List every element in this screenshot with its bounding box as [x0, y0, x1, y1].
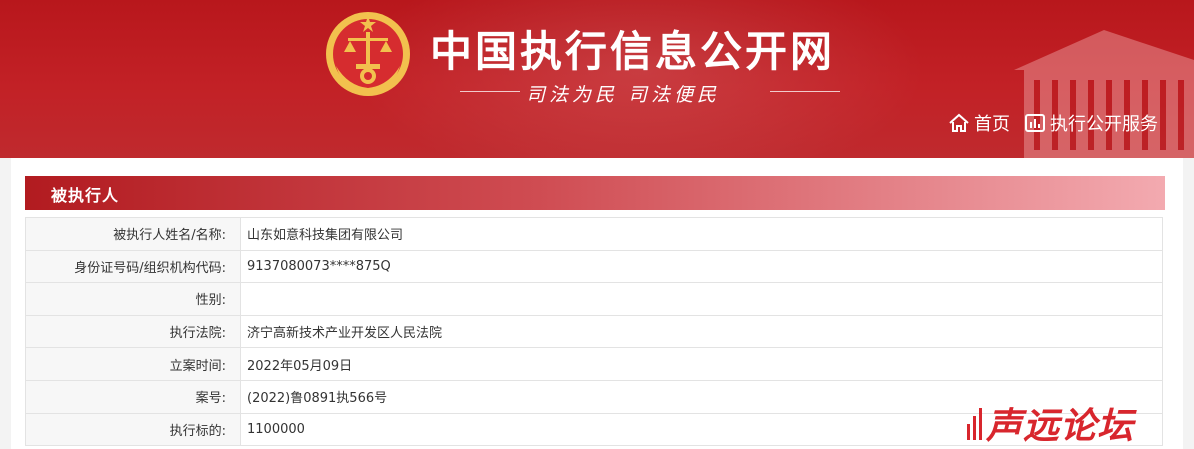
row-value: 济宁高新技术产业开发区人民法院	[240, 314, 1163, 349]
table-row: 性别:	[25, 282, 1163, 316]
court-emblem-icon	[326, 12, 410, 96]
row-label: 执行标的:	[25, 412, 241, 447]
slogan-row: 司法为民 司法便民	[460, 80, 840, 106]
row-value: 山东如意科技集团有限公司	[240, 217, 1163, 251]
nav-execution-service[interactable]: 执行公开服务	[1024, 110, 1158, 136]
section-title: 被执行人	[51, 186, 120, 205]
row-label: 性别:	[25, 282, 241, 316]
table-row: 身份证号码/组织机构代码: 9137080073****875Q	[25, 249, 1163, 284]
row-label: 被执行人姓名/名称:	[25, 217, 241, 251]
watermark-text: 声远论坛	[986, 405, 1135, 447]
table-row: 被执行人姓名/名称: 山东如意科技集团有限公司	[25, 217, 1163, 251]
row-label: 案号:	[25, 379, 241, 414]
site-header: 中国执行信息公开网 司法为民 司法便民 首页 执行公开服务	[0, 0, 1194, 158]
row-value: 9137080073****875Q	[240, 249, 1163, 284]
nav-home-label: 首页	[974, 114, 1010, 135]
home-icon	[949, 113, 969, 132]
site-slogan: 司法为民 司法便民	[526, 84, 721, 106]
chart-icon	[1025, 114, 1045, 132]
nav-home[interactable]: 首页	[948, 110, 1010, 136]
watermark-logo-icon	[967, 408, 982, 440]
section-header: 被执行人	[25, 176, 1165, 210]
top-nav: 首页 执行公开服务	[948, 110, 1158, 136]
table-row: 执行法院: 济宁高新技术产业开发区人民法院	[25, 314, 1163, 349]
row-label: 执行法院:	[25, 314, 241, 349]
slogan-right-line	[770, 91, 840, 92]
site-title: 中国执行信息公开网	[430, 27, 836, 76]
row-label: 身份证号码/组织机构代码:	[25, 249, 241, 284]
row-label: 立案时间:	[25, 347, 241, 381]
row-value: 2022年05月09日	[240, 347, 1163, 381]
table-row: 立案时间: 2022年05月09日	[25, 347, 1163, 381]
slogan-left-line	[460, 91, 520, 92]
row-value	[240, 282, 1163, 316]
nav-execution-service-label: 执行公开服务	[1050, 114, 1158, 135]
